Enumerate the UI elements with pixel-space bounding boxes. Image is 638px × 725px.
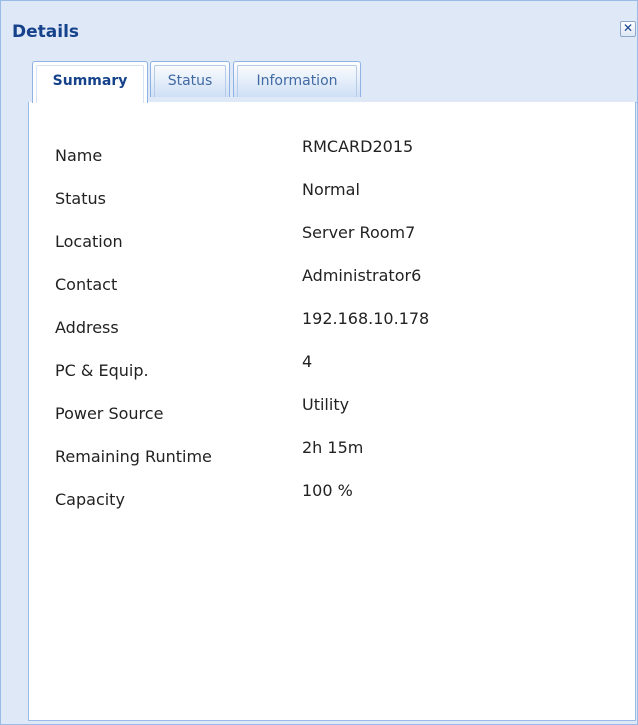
summary-row-status: Status Normal — [55, 180, 615, 217]
row-label: Contact — [55, 275, 118, 294]
row-label: PC & Equip. — [55, 361, 149, 380]
row-label: Status — [55, 189, 106, 208]
row-value: 2h 15m — [302, 438, 364, 457]
tab-summary-label: Summary — [36, 65, 144, 103]
tab-summary[interactable]: Summary — [32, 61, 148, 103]
summary-row-capacity: Capacity 100 % — [55, 481, 615, 518]
tab-strip: Summary Status Information — [28, 61, 637, 103]
row-label: Remaining Runtime — [55, 447, 212, 466]
details-panel: Details ✕ Summary Status Information Nam… — [0, 0, 638, 725]
tab-information-label: Information — [237, 65, 357, 97]
row-value: 192.168.10.178 — [302, 309, 430, 328]
summary-row-location: Location Server Room7 — [55, 223, 615, 260]
summary-row-contact: Contact Administrator6 — [55, 266, 615, 303]
row-label: Name — [55, 146, 103, 165]
panel-header: Details ✕ — [1, 1, 637, 47]
summary-content: Name RMCARD2015 Status Normal Location S… — [28, 102, 636, 721]
row-value: Server Room7 — [302, 223, 416, 242]
tab-information[interactable]: Information — [233, 61, 361, 97]
row-value: RMCARD2015 — [302, 137, 414, 156]
panel-title: Details — [12, 22, 80, 42]
row-label: Location — [55, 232, 123, 251]
summary-row-remaining-runtime: Remaining Runtime 2h 15m — [55, 438, 615, 475]
row-value: Utility — [302, 395, 350, 414]
summary-row-name: Name RMCARD2015 — [55, 137, 615, 174]
row-value: Administrator6 — [302, 266, 422, 285]
tab-status-label: Status — [154, 65, 226, 97]
row-value: 100 % — [302, 481, 353, 500]
close-icon[interactable]: ✕ — [620, 21, 636, 37]
row-value: Normal — [302, 180, 360, 199]
tab-status[interactable]: Status — [150, 61, 230, 97]
row-value: 4 — [302, 352, 313, 371]
summary-row-pc-equip: PC & Equip. 4 — [55, 352, 615, 389]
summary-row-power-source: Power Source Utility — [55, 395, 615, 432]
summary-row-address: Address 192.168.10.178 — [55, 309, 615, 346]
row-label: Capacity — [55, 490, 125, 509]
row-label: Power Source — [55, 404, 164, 423]
row-label: Address — [55, 318, 119, 337]
